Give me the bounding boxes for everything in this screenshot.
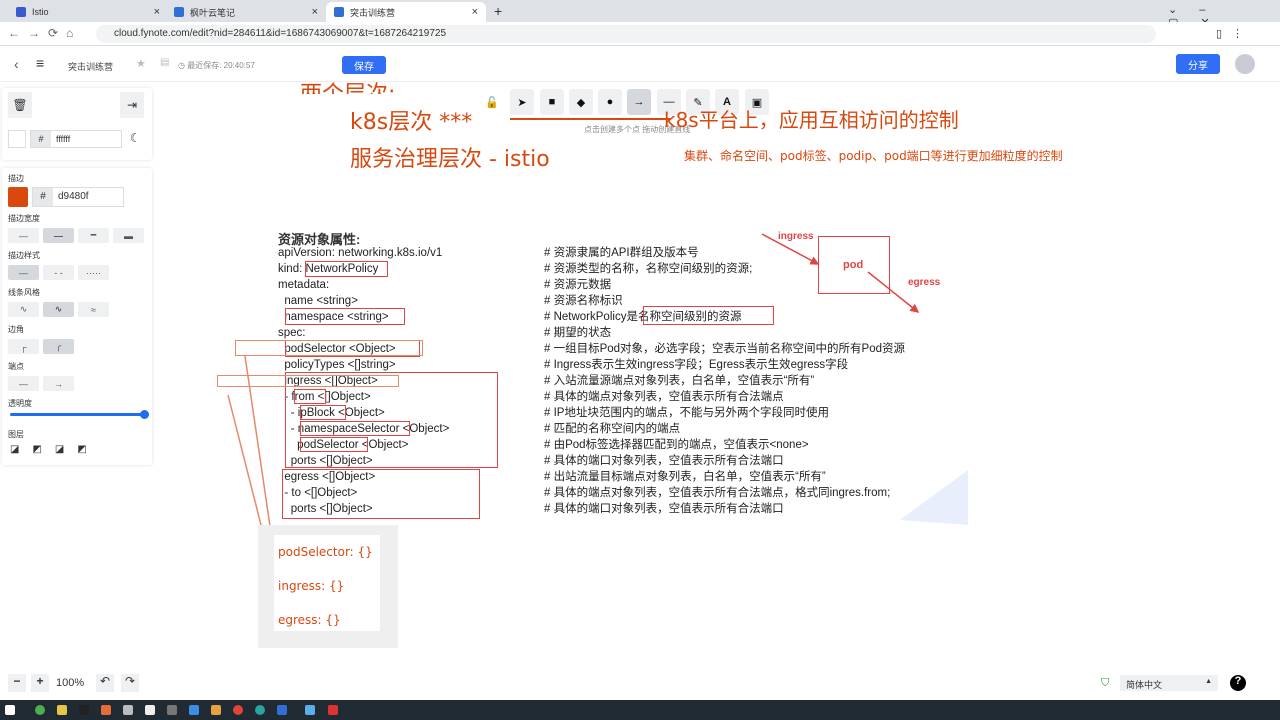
taskbar-app-icon[interactable] xyxy=(123,705,133,715)
taskbar-app-icon[interactable] xyxy=(145,705,155,715)
hand-note-frame: podSelector: {} ingress: {} egress: {} xyxy=(258,525,398,648)
taskbar-app-icon[interactable] xyxy=(79,705,89,715)
redo-button[interactable]: ↷ xyxy=(121,674,139,692)
shield-icon: ⛉ xyxy=(1101,677,1110,689)
taskbar-app-icon[interactable] xyxy=(189,705,199,715)
edge-icon[interactable] xyxy=(255,705,265,715)
ingress-arrow xyxy=(761,233,820,265)
zoom-in-button[interactable]: + xyxy=(31,674,49,692)
taskbar-app-icon[interactable] xyxy=(57,705,67,715)
egress-arrow xyxy=(867,271,920,313)
hand-egress: egress: {} xyxy=(278,613,341,627)
language-select[interactable]: 简体中文 ▲ xyxy=(1120,675,1218,691)
chrome-icon[interactable] xyxy=(233,705,243,715)
taskbar-app-icon[interactable] xyxy=(167,705,177,715)
taskbar-app-icon[interactable] xyxy=(277,705,287,715)
taskbar-app-icon[interactable] xyxy=(101,705,111,715)
taskbar-app-icon[interactable] xyxy=(211,705,221,715)
windows-taskbar xyxy=(0,700,1280,720)
taskbar-app-icon[interactable] xyxy=(328,705,338,715)
undo-button[interactable]: ↶ xyxy=(96,674,114,692)
language-value: 简体中文 xyxy=(1126,680,1163,690)
decor-shape xyxy=(900,470,968,525)
arrows-layer xyxy=(227,233,968,581)
taskbar-app-icon[interactable] xyxy=(305,705,315,715)
hand-ingress: ingress: {} xyxy=(278,579,345,593)
zoom-level: 100% xyxy=(56,677,85,689)
windows-start-icon[interactable] xyxy=(5,705,15,715)
zoom-out-button[interactable]: − xyxy=(8,674,26,692)
hand-podselector: podSelector: {} xyxy=(278,545,373,559)
taskbar-app-icon[interactable] xyxy=(35,705,45,715)
help-icon[interactable]: ? xyxy=(1230,675,1246,691)
